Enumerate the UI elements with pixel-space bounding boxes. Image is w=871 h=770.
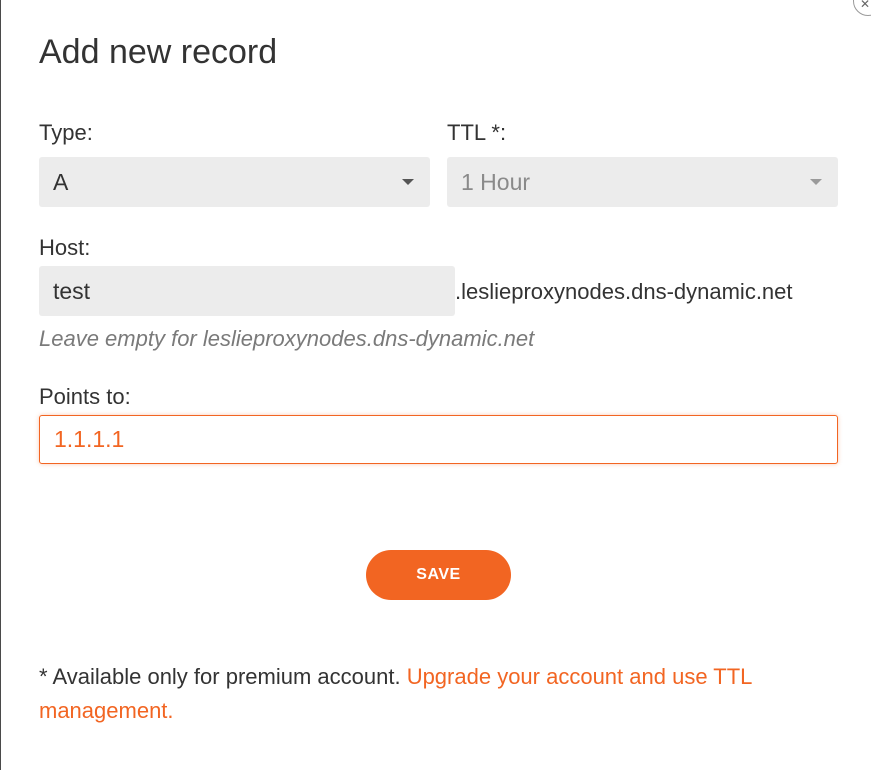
type-label: Type: [39,120,93,145]
type-select[interactable]: A [39,157,430,207]
save-button[interactable]: SAVE [366,550,511,600]
points-to-label: Points to: [39,384,131,409]
host-hint: Leave empty for leslieproxynodes.dns-dyn… [39,326,535,351]
premium-note: * Available only for premium account. Up… [39,660,839,728]
host-label: Host: [39,235,91,260]
host-domain-suffix: .leslieproxynodes.dns-dynamic.net [455,279,793,304]
host-input[interactable]: test [39,266,455,316]
ttl-label: TTL *: [447,120,507,145]
close-button[interactable]: ✕ [853,0,871,16]
ttl-select[interactable]: 1 Hour [447,157,838,207]
add-record-dialog: ✕ Add new record Type: A TTL *: 1 Hour H… [0,0,871,770]
ttl-select-value: 1 Hour [461,169,531,195]
chevron-down-icon [402,179,414,185]
type-select-value: A [53,169,69,195]
dialog-title: Add new record [39,33,278,71]
chevron-down-icon [810,179,822,185]
premium-note-text: * Available only for premium account. [39,664,407,689]
points-to-input[interactable]: 1.1.1.1 [39,415,838,464]
close-icon: ✕ [860,0,871,11]
